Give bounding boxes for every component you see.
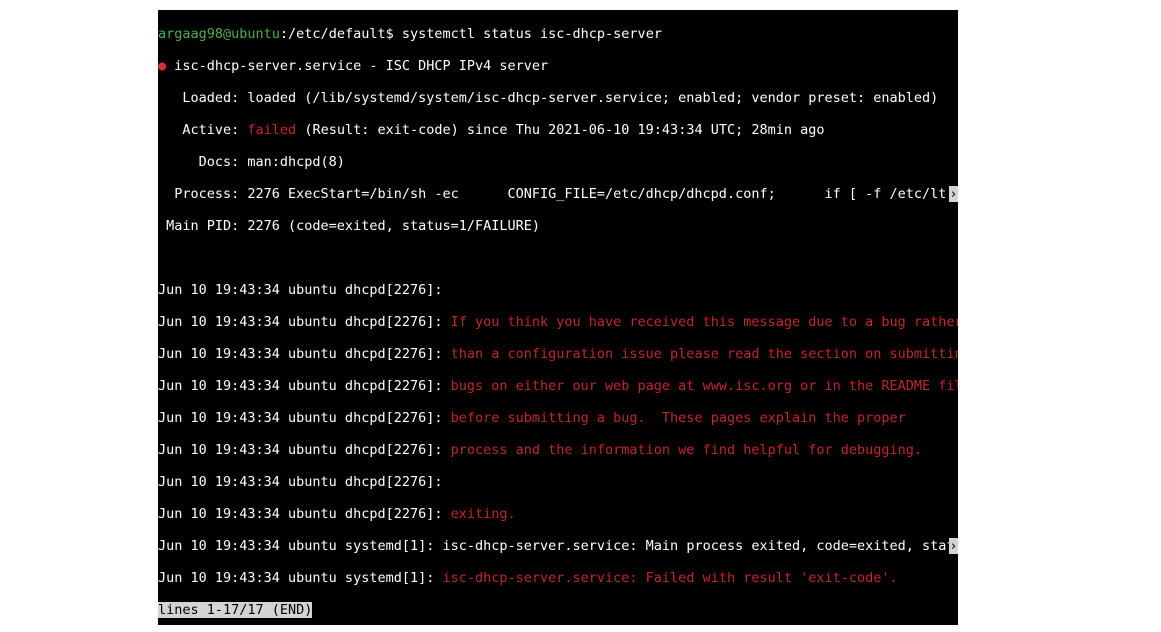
log-line: Jun 10 19:43:34 ubuntu dhcpd[2276]: than… xyxy=(158,346,958,362)
status-docs: Docs: man:dhcpd(8) xyxy=(158,154,958,170)
pager-status: lines 1-17/17 (END) xyxy=(158,602,958,618)
blank-line xyxy=(158,250,958,266)
terminal-window[interactable]: argaag98@ubuntu:/etc/default$ systemctl … xyxy=(158,10,958,625)
unit-name: isc-dhcp-server.service - ISC DHCP IPv4 … xyxy=(166,58,548,74)
prompt-user-host: argaag98@ubuntu xyxy=(158,26,280,42)
log-line: Jun 10 19:43:34 ubuntu dhcpd[2276]: bugs… xyxy=(158,378,958,394)
truncate-arrow-icon: › xyxy=(949,186,958,202)
status-failed: failed xyxy=(247,122,296,138)
prompt-cwd: :/etc/default xyxy=(280,26,386,42)
status-loaded: Loaded: loaded (/lib/systemd/system/isc-… xyxy=(158,90,958,106)
log-line: Jun 10 19:43:34 ubuntu dhcpd[2276]: befo… xyxy=(158,410,958,426)
status-header: ● isc-dhcp-server.service - ISC DHCP IPv… xyxy=(158,58,958,74)
command-text: systemctl status isc-dhcp-server xyxy=(402,26,662,42)
systemd-line: Jun 10 19:43:34 ubuntu systemd[1]: isc-d… xyxy=(158,538,958,554)
bullet-icon: ● xyxy=(158,58,166,74)
log-line: Jun 10 19:43:34 ubuntu dhcpd[2276]: proc… xyxy=(158,442,958,458)
log-line: Jun 10 19:43:34 ubuntu dhcpd[2276]: exit… xyxy=(158,506,958,522)
systemd-line: Jun 10 19:43:34 ubuntu systemd[1]: isc-d… xyxy=(158,570,958,586)
status-process: Process: 2276 ExecStart=/bin/sh -ec CONF… xyxy=(158,186,958,202)
log-line: Jun 10 19:43:34 ubuntu dhcpd[2276]: If y… xyxy=(158,314,958,330)
prompt-line: argaag98@ubuntu:/etc/default$ systemctl … xyxy=(158,26,958,42)
prompt-sep: $ xyxy=(386,26,402,42)
status-active: Active: failed (Result: exit-code) since… xyxy=(158,122,958,138)
status-mainpid: Main PID: 2276 (code=exited, status=1/FA… xyxy=(158,218,958,234)
truncate-arrow-icon: › xyxy=(949,538,958,554)
log-line: Jun 10 19:43:34 ubuntu dhcpd[2276]: xyxy=(158,282,958,298)
log-line: Jun 10 19:43:34 ubuntu dhcpd[2276]: xyxy=(158,474,958,490)
